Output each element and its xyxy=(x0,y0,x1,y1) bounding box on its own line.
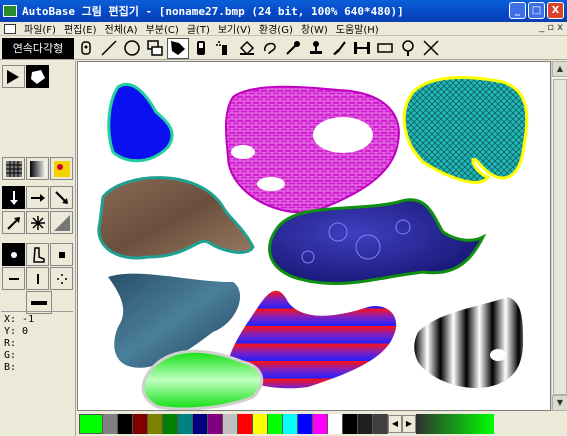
palette-swatch[interactable] xyxy=(193,414,208,434)
color-b: B: xyxy=(4,362,17,373)
palette-swatch[interactable] xyxy=(103,414,118,434)
line-icon[interactable] xyxy=(98,38,120,59)
color-g: G: xyxy=(4,350,17,361)
scroll-down-arrow[interactable]: ▼ xyxy=(552,395,567,411)
palette-swatch[interactable] xyxy=(283,414,298,434)
polygon-fill-icon[interactable] xyxy=(167,37,189,59)
current-color-swatch[interactable] xyxy=(79,414,103,434)
palette-swatch[interactable] xyxy=(148,414,163,434)
dots-brush-icon[interactable] xyxy=(50,267,73,290)
mdi-restore-button[interactable]: ▫ xyxy=(547,22,554,33)
arrow-down-icon[interactable] xyxy=(2,186,25,209)
square-brush-icon[interactable] xyxy=(50,243,73,266)
drawing-canvas[interactable] xyxy=(77,61,551,411)
shape-select-icon[interactable] xyxy=(26,65,49,88)
spray-icon[interactable] xyxy=(213,38,235,59)
palette-swatch[interactable] xyxy=(328,414,343,434)
gradient-diagonal-icon[interactable] xyxy=(50,211,73,234)
dot-brush-icon[interactable] xyxy=(2,243,25,266)
palette-swatch[interactable] xyxy=(343,414,358,434)
shape-teal-mesh xyxy=(402,76,529,184)
shape-blue-green-outline xyxy=(107,83,174,163)
close-button[interactable]: X xyxy=(547,2,564,19)
arrow-select-icon[interactable] xyxy=(2,65,25,88)
palette-prev-button[interactable]: ◀ xyxy=(388,415,402,433)
shape-bw-wave xyxy=(414,297,523,388)
menu-environment[interactable]: 환경(G) xyxy=(255,21,297,36)
boot-icon[interactable] xyxy=(26,243,49,266)
coord-y: Y: 0 xyxy=(4,326,29,337)
maximize-button[interactable]: □ xyxy=(528,2,545,19)
cross-icon[interactable] xyxy=(420,38,442,59)
palette-swatch[interactable] xyxy=(253,414,268,434)
scroll-thumb[interactable] xyxy=(553,79,567,395)
scroll-up-arrow[interactable]: ▲ xyxy=(552,61,567,77)
mdi-minimize-button[interactable]: _ xyxy=(539,22,544,33)
color-palette: ◀ ▶ xyxy=(77,412,567,436)
palette-swatch[interactable] xyxy=(133,414,148,434)
brush-icon[interactable] xyxy=(328,38,350,59)
eyedropper-icon[interactable] xyxy=(282,38,304,59)
title-bar[interactable]: AutoBase 그림 편집기 - [noname27.bmp (24 bit,… xyxy=(0,0,567,22)
shape-blue-bubbles xyxy=(268,198,487,285)
arrow-diagonal-icon[interactable] xyxy=(50,186,73,209)
pattern-fill-icon[interactable] xyxy=(2,157,25,180)
palette-swatch[interactable] xyxy=(163,414,178,434)
rect-overlap-icon[interactable] xyxy=(144,38,166,59)
palette-swatch[interactable] xyxy=(178,414,193,434)
menu-all[interactable]: 전체(A) xyxy=(101,21,142,36)
circle-icon[interactable] xyxy=(121,38,143,59)
menu-help[interactable]: 도움말(H) xyxy=(332,21,383,36)
phone-icon[interactable] xyxy=(190,38,212,59)
palette-next-button[interactable]: ▶ xyxy=(402,415,416,433)
stretch-icon[interactable] xyxy=(351,38,373,59)
shape-brown-wood xyxy=(97,176,255,260)
hline-brush-icon[interactable] xyxy=(2,267,25,290)
lasso-icon[interactable] xyxy=(259,38,281,59)
palette-swatch[interactable] xyxy=(358,414,373,434)
paint-bucket-icon[interactable] xyxy=(236,38,258,59)
mdi-close-button[interactable]: x xyxy=(557,22,563,33)
color-r: R: xyxy=(4,338,17,349)
menu-file[interactable]: 파일(F) xyxy=(20,21,60,36)
menu-edit[interactable]: 편집(E) xyxy=(60,21,101,36)
menu-window[interactable]: 창(W) xyxy=(297,21,332,36)
frame-icon[interactable] xyxy=(374,38,396,59)
canvas-artwork xyxy=(97,76,529,410)
magnifier-icon[interactable] xyxy=(397,38,419,59)
image-fill-icon[interactable] xyxy=(50,157,73,180)
palette-swatch[interactable] xyxy=(373,414,388,434)
palette-swatch[interactable] xyxy=(223,414,238,434)
window-title: AutoBase 그림 편집기 - [noname27.bmp (24 bit,… xyxy=(22,5,404,18)
vline-brush-icon[interactable] xyxy=(26,267,49,290)
vertical-scrollbar[interactable]: ▲ ▼ xyxy=(551,61,567,411)
stamp-icon[interactable] xyxy=(305,38,327,59)
menu-text[interactable]: 글(T) xyxy=(183,21,214,36)
coordinate-text: X: -1 Y: 0 R: G: B: xyxy=(4,314,34,374)
palette-swatch[interactable] xyxy=(268,414,283,434)
palette-swatch[interactable] xyxy=(208,414,223,434)
tool-bar: 연속다각형 xyxy=(0,37,567,60)
arrow-up-right-icon[interactable] xyxy=(2,211,25,234)
hand-cursor-icon[interactable] xyxy=(75,38,97,59)
palette-swatch[interactable] xyxy=(298,414,313,434)
menu-bar: 파일(F) 편집(E) 전체(A) 부분(C) 글(T) 보기(V) 환경(G)… xyxy=(0,22,567,36)
arrow-right-icon[interactable] xyxy=(26,186,49,209)
gradient-fill-icon[interactable] xyxy=(26,157,49,180)
left-tool-panel: X: -1 Y: 0 R: G: B: xyxy=(0,61,76,436)
coord-x: X: -1 xyxy=(4,314,35,325)
app-window: AutoBase 그림 편집기 - [noname27.bmp (24 bit,… xyxy=(0,0,567,436)
palette-swatch[interactable] xyxy=(238,414,253,434)
document-icon[interactable] xyxy=(4,23,16,34)
menu-view[interactable]: 보기(V) xyxy=(214,21,255,36)
palette-swatch[interactable] xyxy=(313,414,328,434)
palette-gradient-strip[interactable] xyxy=(416,414,494,434)
menu-partial[interactable]: 부분(C) xyxy=(142,21,183,36)
app-icon xyxy=(3,5,17,17)
burst-icon[interactable] xyxy=(26,211,49,234)
mode-label[interactable]: 연속다각형 xyxy=(2,37,74,59)
minimize-button[interactable]: _ xyxy=(509,2,526,19)
palette-swatch[interactable] xyxy=(118,414,133,434)
